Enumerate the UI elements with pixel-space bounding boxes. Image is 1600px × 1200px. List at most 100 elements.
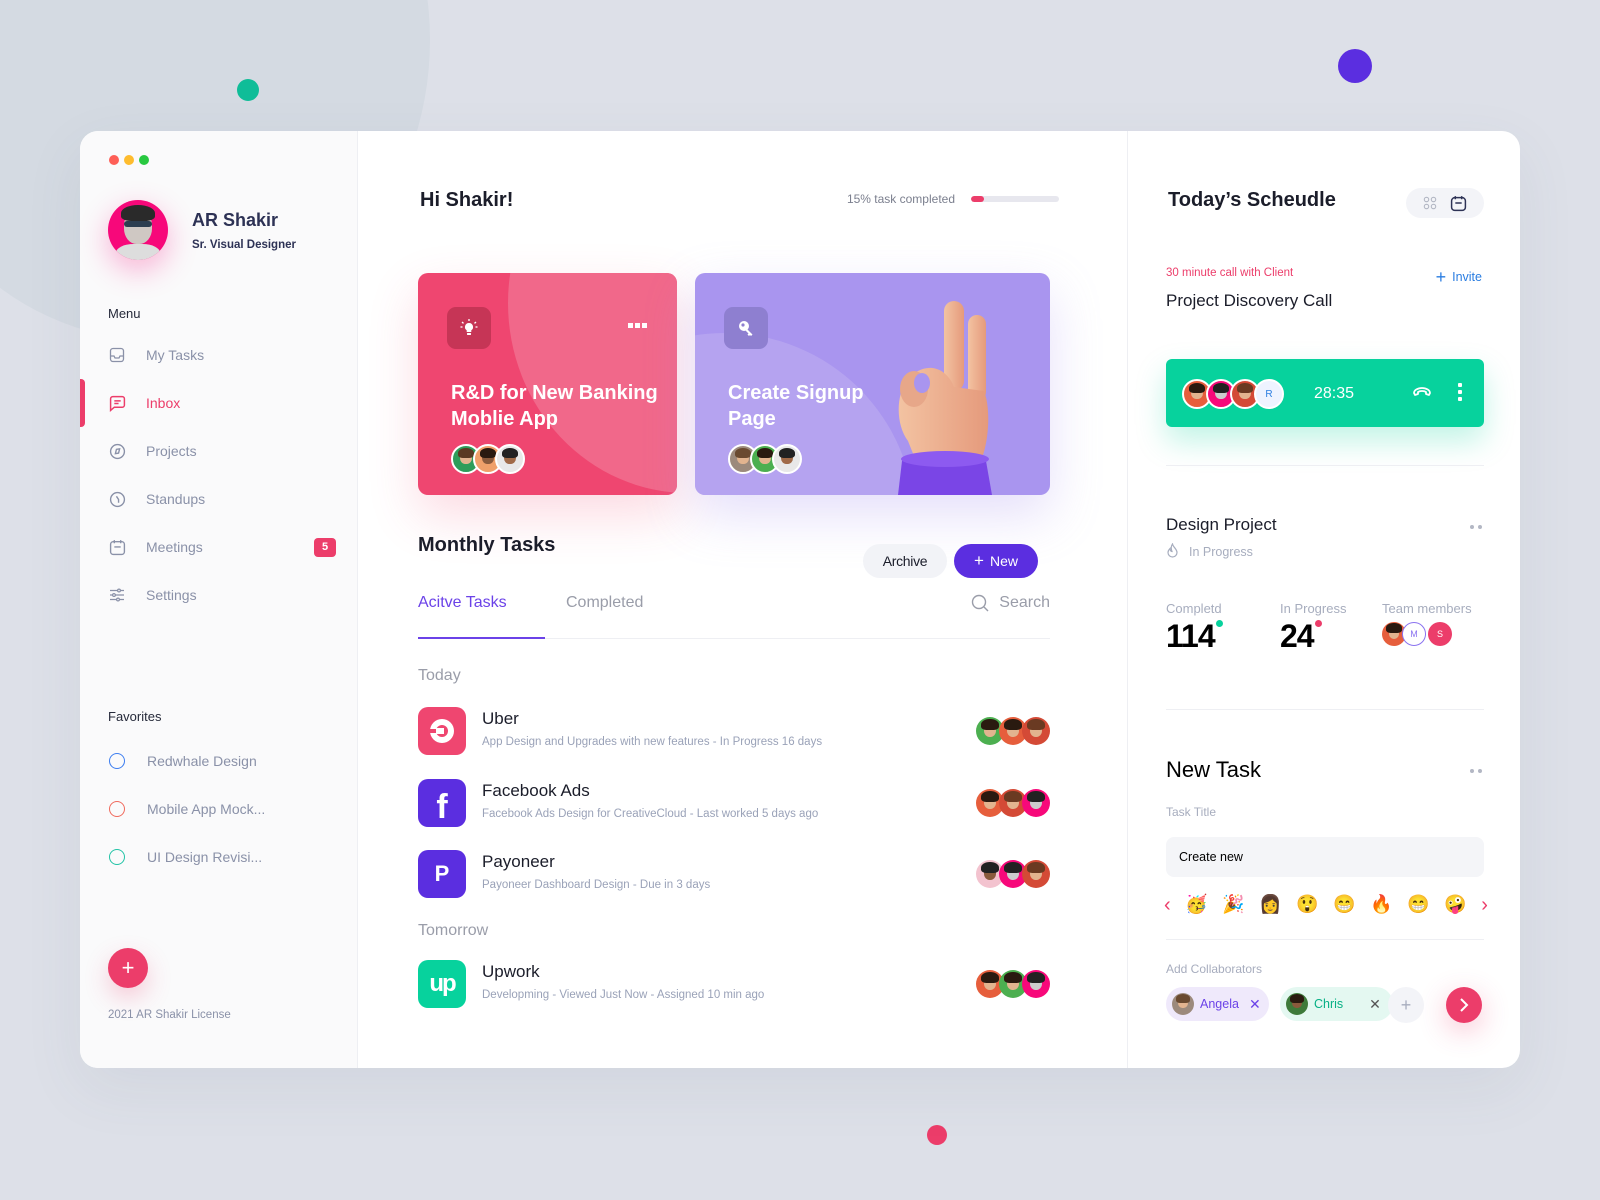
avatar — [772, 444, 802, 474]
stat-value: 24 — [1280, 618, 1315, 654]
task-card-banking[interactable]: R&D for New Banking Moblie App — [418, 273, 677, 495]
member-initial-avatar[interactable]: M — [1402, 622, 1426, 646]
chevron-right-icon — [1460, 998, 1469, 1012]
remove-icon[interactable]: ✕ — [1249, 996, 1261, 1013]
avatar — [1286, 993, 1308, 1015]
window-controls — [109, 155, 149, 165]
user-name: AR Shakir — [192, 209, 279, 230]
task-avatars — [976, 789, 1050, 817]
add-button[interactable]: + — [108, 948, 148, 988]
archive-button[interactable]: Archive — [863, 544, 947, 578]
more-options-icon[interactable] — [1470, 769, 1482, 773]
card-avatars — [728, 444, 802, 474]
favorite-item[interactable]: Mobile App Mock... — [80, 785, 357, 833]
emoji-option[interactable]: 🎉 — [1222, 894, 1244, 915]
chat-bubble-icon — [108, 394, 126, 412]
submit-task-button[interactable] — [1446, 987, 1482, 1023]
task-name: Facebook Ads — [482, 781, 590, 800]
more-options-icon[interactable] — [1458, 383, 1462, 401]
hang-up-icon[interactable] — [1412, 385, 1432, 404]
schedule-title: Today’s Scheudle — [1168, 189, 1336, 211]
sidebar-item-label: Settings — [146, 587, 197, 603]
sidebar-item-standups[interactable]: Standups — [80, 475, 357, 523]
app-window: AR Shakir Sr. Visual Designer Menu My Ta… — [80, 131, 1520, 1068]
add-collaborator-button[interactable]: + — [1388, 987, 1424, 1023]
avatar — [1172, 993, 1194, 1015]
task-description: Developming - Viewed Just Now - Assigned… — [482, 989, 765, 1001]
grid-view-icon[interactable] — [1423, 196, 1437, 210]
project-title: Design Project — [1166, 515, 1277, 534]
decor-dot-pink — [927, 1125, 947, 1145]
maximize-window-button[interactable] — [139, 155, 149, 165]
sidebar-item-meetings[interactable]: Meetings 5 — [80, 523, 357, 571]
status-dot — [1314, 620, 1322, 627]
emoji-option[interactable]: 😁 — [1407, 894, 1429, 915]
task-row[interactable]: Uber App Design and Upgrades with new fe… — [418, 707, 1050, 757]
sidebar-item-label: Inbox — [146, 395, 181, 411]
task-title-input[interactable] — [1166, 837, 1484, 877]
stat-in-progress: In Progress 24 — [1280, 601, 1346, 655]
facebook-logo-icon: f — [418, 779, 466, 827]
schedule-panel: Today’s Scheudle 30 minute call with Cli… — [1128, 131, 1520, 1068]
emoji-option[interactable]: 🥳 — [1185, 894, 1207, 915]
chevron-left-icon[interactable]: ‹ — [1164, 895, 1171, 915]
emoji-option[interactable]: 👩 — [1259, 894, 1281, 915]
flame-icon — [1166, 542, 1179, 561]
avatar[interactable] — [108, 200, 168, 260]
favorites-heading: Favorites — [108, 709, 162, 724]
emoji-option[interactable]: 🔥 — [1370, 894, 1392, 915]
remove-icon[interactable]: ✕ — [1369, 996, 1381, 1013]
progress-fill — [971, 196, 985, 202]
favorite-item[interactable]: UI Design Revisi... — [80, 833, 357, 881]
more-options-icon[interactable] — [628, 323, 647, 328]
collaborator-chip[interactable]: Chris ✕ — [1280, 987, 1393, 1021]
card-avatars — [451, 444, 525, 474]
minimize-window-button[interactable] — [124, 155, 134, 165]
member-initial-avatar[interactable]: S — [1428, 622, 1452, 646]
new-task-button[interactable]: + New — [954, 544, 1038, 578]
stat-completed: Completd 114 — [1166, 601, 1223, 655]
more-options-icon[interactable] — [1470, 525, 1482, 529]
task-name: Payoneer — [482, 852, 555, 871]
team-members: Team members M S — [1382, 601, 1472, 646]
license-text: 2021 AR Shakir License — [108, 1009, 231, 1021]
call-title: Project Discovery Call — [1166, 291, 1333, 310]
task-avatars — [976, 717, 1050, 745]
calendar-view-icon[interactable] — [1450, 195, 1467, 212]
emoji-picker: ‹ 🥳 🎉 👩 😲 😁 🔥 😁 🤪 › — [1164, 894, 1488, 915]
participant-initial-avatar: R — [1254, 379, 1284, 409]
stat-label: In Progress — [1280, 601, 1347, 616]
user-profile[interactable]: AR Shakir Sr. Visual Designer — [108, 200, 296, 260]
project-status: In Progress — [1166, 542, 1253, 561]
lightbulb-icon — [447, 307, 491, 349]
emoji-option[interactable]: 😲 — [1296, 894, 1318, 915]
chevron-right-icon[interactable]: › — [1481, 895, 1488, 915]
emoji-option[interactable]: 🤪 — [1444, 894, 1466, 915]
task-card-signup[interactable]: Create Signup Page — [695, 273, 1050, 495]
sidebar-item-label: My Tasks — [146, 347, 205, 363]
favorite-item[interactable]: Redwhale Design — [80, 737, 357, 785]
greeting: Hi Shakir! — [420, 189, 514, 211]
sidebar-item-label: Standups — [146, 491, 206, 507]
progress-bar — [971, 196, 1059, 202]
invite-button[interactable]: + Invite — [1436, 268, 1482, 286]
sidebar-item-projects[interactable]: Projects — [80, 427, 357, 475]
sidebar-item-my-tasks[interactable]: My Tasks — [80, 331, 357, 379]
task-row[interactable]: f Facebook Ads Facebook Ads Design for C… — [418, 779, 1050, 829]
close-window-button[interactable] — [109, 155, 119, 165]
favorite-color-icon — [109, 801, 125, 817]
plus-icon: + — [974, 551, 984, 570]
search-input[interactable]: Search — [971, 594, 1050, 617]
task-row[interactable]: P Payoneer Payoneer Dashboard Design - D… — [418, 850, 1050, 900]
emoji-option[interactable]: 😁 — [1333, 894, 1355, 915]
tab-completed[interactable]: Completed — [566, 594, 643, 639]
sidebar-item-settings[interactable]: Settings — [80, 571, 357, 619]
new-button-label: New — [989, 553, 1018, 569]
tab-active-tasks[interactable]: Acitve Tasks — [418, 594, 545, 639]
collaborator-chip[interactable]: Angela ✕ — [1166, 987, 1269, 1021]
sidebar-item-inbox[interactable]: Inbox — [80, 379, 357, 427]
calendar-icon — [108, 538, 126, 556]
key-icon — [724, 307, 768, 349]
task-avatars — [976, 970, 1050, 998]
task-row[interactable]: up Upwork Developming - Viewed Just Now … — [418, 960, 1050, 1010]
